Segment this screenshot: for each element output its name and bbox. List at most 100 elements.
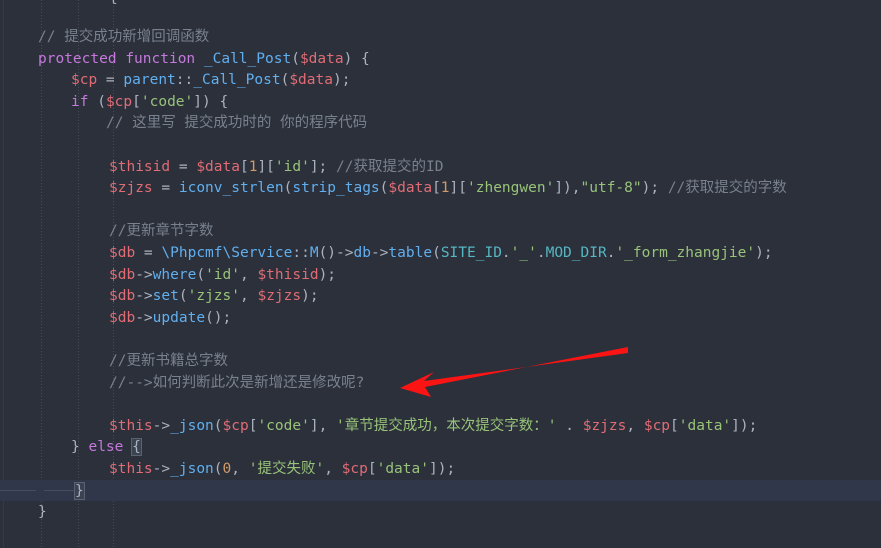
code-line[interactable]: $zjzs = iconv_strlen(strip_tags($data[1]… [109,178,787,200]
code-token: '章节提交成功，本次提交字数：' [336,417,557,434]
code-token: else [88,439,124,456]
code-token: '提交失败' [248,461,325,477]
code-token: 0 [222,461,232,477]
code-token: protected [38,50,117,67]
code-line[interactable]: protected function _Call_Post($data) { [38,49,370,71]
code-token: $data [299,50,344,67]
code-token: if [71,93,89,110]
code-line[interactable]: if ($cp['code']) { [71,92,228,114]
code-token: ][ [257,158,275,175]
code-token: iconv_strlen [178,180,284,197]
code-token: _Call_Post [193,72,281,89]
code-line[interactable]: $thisid = $data[1]['id']; //获取提交的ID [109,157,443,179]
code-line[interactable]: // 提交成功新增回调函数 [38,27,209,49]
code-token: . [501,245,511,261]
code-token: ) { [343,50,370,67]
code-line[interactable]: } [38,502,47,524]
code-token: ]) { [193,93,229,110]
code-token: $cp [222,417,249,434]
code-token: $this [109,461,153,477]
arrow-shape [400,347,628,397]
code-token: ( [213,417,223,434]
code-token: ( [88,93,106,110]
code-token: [ [239,158,249,175]
code-token: [ [432,180,441,197]
code-line[interactable]: //更新章节字数 [109,221,213,243]
code-line[interactable]: $this->_json($cp['code'], '章节提交成功，本次提交字数… [109,416,757,438]
code-token: $db [109,266,136,283]
code-token: $data [289,72,333,89]
code-token: 'data' [678,417,732,434]
code-line[interactable]: $cp = parent::_Call_Post($data); [71,70,350,92]
code-token: function [125,50,196,67]
code-token: -> [152,417,171,434]
current-line-segment-1 [44,489,74,491]
code-token: = [97,72,124,89]
code-token: . [556,417,583,434]
code-token: } [74,481,85,500]
code-token: $db [109,245,136,261]
code-token: $zjzs [257,288,302,305]
code-line[interactable]: // 这里写 提交成功时的 你的程序代码 [106,113,367,135]
code-token: "utf-8" [580,180,642,197]
code-token: 'zhengwen' [467,180,555,197]
code-token: 'id' [205,266,240,283]
code-token: strip_tags [292,180,380,197]
code-token: ]; [309,158,337,175]
code-token: _json [170,461,214,477]
code-token: $zjzs [109,180,153,197]
code-token: :: [175,72,194,89]
code-line[interactable]: $this->_json(0, '提交失败', $cp['data']); [109,459,455,481]
code-token: $db [109,288,136,305]
code-token: = [170,158,197,175]
code-token: (); [205,309,232,326]
code-line[interactable]: //更新书籍总字数 [109,351,228,373]
code-token: -> [135,309,153,326]
code-token: , [324,461,342,477]
code-token: [ [367,461,377,477]
code-token: ( [178,288,188,305]
code-line[interactable]: $db->update(); [109,308,231,330]
code-token: ( [291,50,300,67]
code-token: $thisid [109,158,171,175]
code-token: //更新章节字数 [109,223,214,240]
code-token: } [71,439,89,456]
code-token: 'zjzs' [187,288,240,305]
code-token: where [152,266,197,283]
code-token: $cp [105,93,133,110]
code-editor-screenshot: // 提交成功新增回调函数 protected function _Call_Po… [0,0,881,548]
code-line[interactable]: $db->where('id', $thisid); [109,265,336,287]
clipped-top-glyph: { [109,0,118,10]
code-token: , [231,461,249,477]
code-token: set [152,288,179,305]
code-token: ( [280,72,290,89]
code-line[interactable]: } else { [71,437,142,459]
code-token: { [131,438,142,457]
code-token: 'data' [376,461,429,477]
code-line[interactable]: $db = \Phpcmf\Service::M()->db->table(SI… [109,243,773,265]
code-line[interactable]: } [74,481,85,503]
code-token: $data [388,180,433,197]
code-line[interactable]: $db->set('zjzs', $zjzs); [109,286,319,308]
code-token: SITE_ID [440,245,502,261]
code-token: //-->如何判断此次是新增还是修改呢? [109,374,365,391]
code-token: //获取提交的字数 [667,180,787,197]
code-token: $cp [71,72,98,89]
code-token: ]); [428,461,456,477]
code-token: //更新书籍总字数 [109,353,228,369]
code-token: , [239,266,258,283]
code-token: ); [318,266,337,283]
code-token: -> [370,245,389,261]
code-token: $this [109,417,153,434]
current-line-segment-0 [0,489,36,491]
code-token: } [38,504,47,521]
code-line[interactable]: //-->如何判断此次是新增还是修改呢? [109,373,364,395]
code-token: , [626,417,644,434]
code-token: ); [332,72,351,89]
current-line-highlight [0,479,881,501]
editor-gutter [0,0,4,548]
code-token: M [309,245,319,261]
